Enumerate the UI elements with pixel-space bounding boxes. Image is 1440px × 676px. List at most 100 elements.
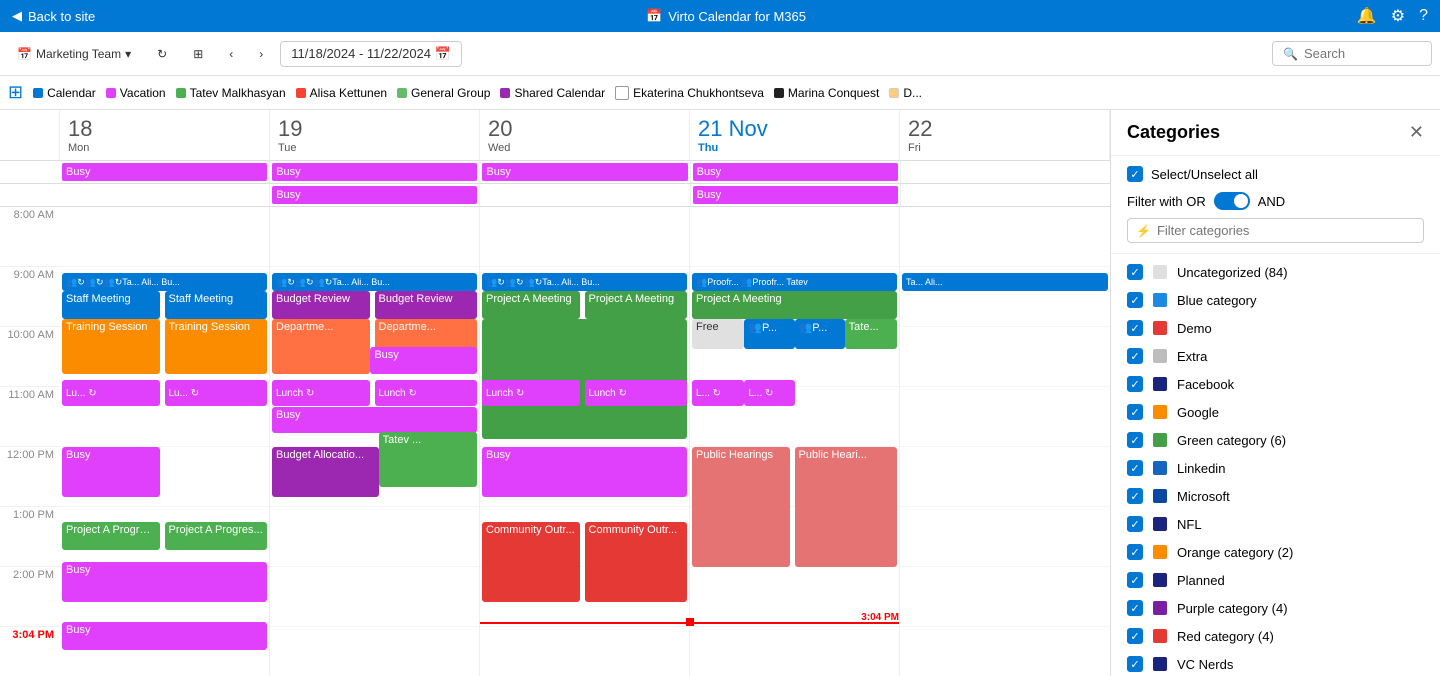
event-staff-meeting-mon-2[interactable]: Staff Meeting	[165, 291, 268, 319]
cat-checkbox-0[interactable]	[1127, 264, 1143, 280]
calendar-picker-button[interactable]: 📅 Marketing Team ▾	[8, 42, 140, 66]
event-project-mon[interactable]: Project A Progres...	[62, 522, 160, 550]
event-lunch-wed-1[interactable]: Lunch ↻	[482, 380, 580, 406]
event-lunch-tue-1[interactable]: Lunch ↻	[272, 380, 370, 406]
chip-vacation[interactable]: Vacation	[106, 86, 166, 100]
event-training-mon-2[interactable]: Training Session	[165, 319, 268, 374]
event-community-wed-1[interactable]: Community Outr...	[482, 522, 580, 602]
prev-button[interactable]: ‹	[220, 42, 242, 66]
event-l-thu-2[interactable]: L... ↻	[744, 380, 794, 406]
busy-tue-2[interactable]: Busy	[272, 186, 477, 204]
category-item-10[interactable]: Orange category (2)	[1111, 538, 1440, 566]
category-item-12[interactable]: Purple category (4)	[1111, 594, 1440, 622]
event-busy-tue-1030[interactable]: Busy	[370, 347, 477, 374]
event-public-hearings-thu-1[interactable]: Public Hearings	[692, 447, 790, 567]
event-project-mon-2[interactable]: Project A Progres...	[165, 522, 268, 550]
busy-thu-2[interactable]: Busy	[693, 186, 898, 204]
cat-checkbox-13[interactable]	[1127, 628, 1143, 644]
event-community-wed-2[interactable]: Community Outr...	[585, 522, 688, 602]
cat-checkbox-12[interactable]	[1127, 600, 1143, 616]
event-lunch-wed-2[interactable]: Lunch ↻	[585, 380, 688, 406]
event-lunch-mon-2[interactable]: Lu... ↻	[165, 380, 268, 406]
event-p-thu-1[interactable]: 👥P...	[744, 319, 794, 349]
cat-checkbox-10[interactable]	[1127, 544, 1143, 560]
cat-checkbox-3[interactable]	[1127, 348, 1143, 364]
event-busy-mon-12[interactable]: Busy	[62, 447, 160, 497]
category-item-11[interactable]: Planned	[1111, 566, 1440, 594]
category-item-7[interactable]: Linkedin	[1111, 454, 1440, 482]
event-budget-review-tue-1[interactable]: Budget Review	[272, 291, 370, 319]
event-busy-mon-2pm[interactable]: Busy	[62, 562, 267, 602]
category-item-5[interactable]: Google	[1111, 398, 1440, 426]
event-green-wed[interactable]	[482, 319, 687, 439]
event-project-meeting-thu[interactable]: Project A Meeting	[692, 291, 897, 319]
cat-checkbox-2[interactable]	[1127, 320, 1143, 336]
cat-checkbox-1[interactable]	[1127, 292, 1143, 308]
panel-close-button[interactable]: ✕	[1409, 122, 1424, 143]
select-all-checkbox[interactable]	[1127, 166, 1143, 182]
event-project-meeting-wed-1[interactable]: Project A Meeting	[482, 291, 580, 319]
event-tatev-tue[interactable]: Tatev ...	[379, 432, 477, 487]
event-tue-icons[interactable]: 👥↻👥↻👥↻Ta... Ali... Bu...	[272, 273, 477, 291]
filter-toggle[interactable]	[1214, 192, 1250, 210]
date-range-button[interactable]: 11/18/2024 - 11/22/2024 📅	[280, 41, 462, 67]
event-l-thu-1[interactable]: L... ↻	[692, 380, 744, 406]
event-dept-tue-1[interactable]: Departme...	[272, 319, 370, 374]
chip-shared[interactable]: Shared Calendar	[500, 86, 605, 100]
category-item-9[interactable]: NFL	[1111, 510, 1440, 538]
event-busy-mon-3pm[interactable]: Busy	[62, 622, 267, 650]
event-budget-review-tue-2[interactable]: Budget Review	[375, 291, 478, 319]
busy-mon-1[interactable]: Busy	[62, 163, 267, 181]
busy-wed-1[interactable]: Busy	[482, 163, 687, 181]
category-item-2[interactable]: Demo	[1111, 314, 1440, 342]
event-public-hearings-thu-2[interactable]: Public Heari...	[795, 447, 898, 567]
event-busy-tue-1130[interactable]: Busy	[272, 407, 477, 433]
cat-checkbox-5[interactable]	[1127, 404, 1143, 420]
chip-more[interactable]: D...	[889, 86, 922, 100]
busy-thu-1[interactable]: Busy	[693, 163, 898, 181]
event-free-thu[interactable]: Free	[692, 319, 744, 349]
cat-checkbox-9[interactable]	[1127, 516, 1143, 532]
cat-checkbox-11[interactable]	[1127, 572, 1143, 588]
event-mon-icons[interactable]: 👥↻👥↻👥↻Ta... Ali... Bu...	[62, 273, 267, 291]
chip-alisa[interactable]: Alisa Kettunen	[296, 86, 387, 100]
event-training-mon-1[interactable]: Training Session	[62, 319, 160, 374]
category-item-0[interactable]: Uncategorized (84)	[1111, 258, 1440, 286]
next-button[interactable]: ›	[250, 42, 272, 66]
chip-general[interactable]: General Group	[397, 86, 490, 100]
category-item-13[interactable]: Red category (4)	[1111, 622, 1440, 650]
category-item-3[interactable]: Extra	[1111, 342, 1440, 370]
refresh-button[interactable]: ↻	[148, 42, 176, 66]
event-tate-thu[interactable]: Tate...	[845, 319, 897, 349]
category-item-8[interactable]: Microsoft	[1111, 482, 1440, 510]
category-item-14[interactable]: VC Nerds	[1111, 650, 1440, 676]
event-fri-icons[interactable]: Ta... Ali...	[902, 273, 1108, 291]
gear-icon[interactable]: ⚙	[1391, 6, 1405, 26]
event-staff-meeting-mon-1[interactable]: Staff Meeting	[62, 291, 160, 319]
event-thu-icons[interactable]: 👥Proofr... 👥Proofr... Tatev	[692, 273, 897, 291]
back-to-site-link[interactable]: ◀ Back to site	[12, 8, 95, 24]
cat-checkbox-4[interactable]	[1127, 376, 1143, 392]
event-lunch-tue-2[interactable]: Lunch ↻	[375, 380, 478, 406]
view-toggle-button[interactable]: ⊞	[184, 42, 212, 66]
category-item-1[interactable]: Blue category	[1111, 286, 1440, 314]
event-project-meeting-wed-2[interactable]: Project A Meeting	[585, 291, 688, 319]
search-box[interactable]: 🔍	[1272, 41, 1432, 66]
event-budget-alloc-tue[interactable]: Budget Allocatio...	[272, 447, 379, 497]
cat-checkbox-8[interactable]	[1127, 488, 1143, 504]
category-item-6[interactable]: Green category (6)	[1111, 426, 1440, 454]
chip-marina[interactable]: Marina Conquest	[774, 86, 879, 100]
busy-tue-1[interactable]: Busy	[272, 163, 477, 181]
category-item-4[interactable]: Facebook	[1111, 370, 1440, 398]
event-lunch-mon-1[interactable]: Lu... ↻	[62, 380, 160, 406]
chip-tatev[interactable]: Tatev Malkhasyan	[176, 86, 286, 100]
event-budget-alloc-tue-2[interactable]: Budget Allocatio...	[370, 447, 378, 497]
event-wed-icons[interactable]: 👥↻👥↻👥↻Ta... Ali... Bu...	[482, 273, 687, 291]
cat-checkbox-14[interactable]	[1127, 656, 1143, 672]
search-input[interactable]	[1304, 46, 1421, 61]
cat-checkbox-6[interactable]	[1127, 432, 1143, 448]
bell-icon[interactable]: 🔔	[1357, 6, 1377, 26]
event-p-thu-2[interactable]: 👥P...	[795, 319, 845, 349]
cat-checkbox-7[interactable]	[1127, 460, 1143, 476]
chip-ekaterina[interactable]: Ekaterina Chukhontseva	[615, 86, 764, 100]
